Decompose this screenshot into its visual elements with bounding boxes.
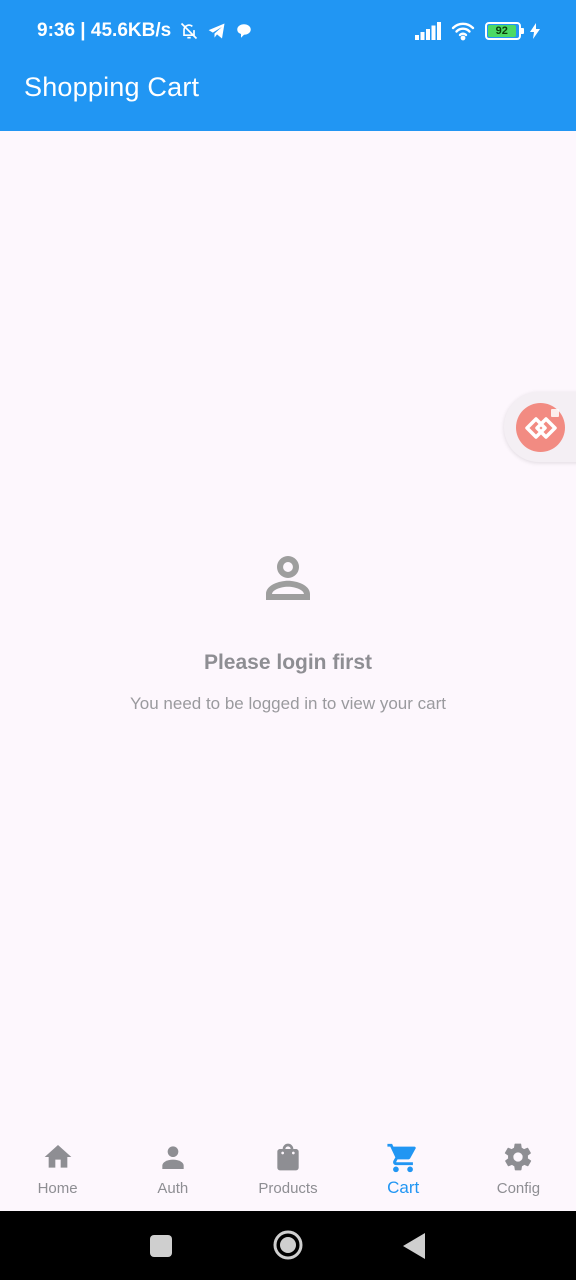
nav-label-cart: Cart [387, 1178, 420, 1197]
screen: 9:36 | 45.6KB/s 92 Shopping Cart Please … [0, 0, 576, 1280]
bottom-navigation: Home Auth Products Cart Config [0, 1131, 576, 1211]
charging-bolt-icon [530, 23, 540, 39]
chat-bubble-icon [237, 24, 251, 38]
empty-state-subtitle: You need to be logged in to view your ca… [130, 694, 446, 713]
nav-item-config[interactable]: Config [461, 1131, 576, 1211]
floating-assistant-bubble[interactable] [504, 392, 576, 462]
nav-label-home: Home [37, 1180, 78, 1197]
top-bar: 9:36 | 45.6KB/s 92 Shopping Cart [0, 0, 576, 131]
nav-item-cart[interactable]: Cart [346, 1131, 461, 1211]
home-button[interactable] [272, 1229, 304, 1261]
empty-state-title: Please login first [203, 651, 373, 674]
status-bar: 9:36 | 45.6KB/s 92 [0, 0, 576, 64]
battery-icon: 92 [485, 22, 524, 40]
assistant-icon[interactable] [516, 403, 565, 452]
telegram-icon [208, 23, 225, 39]
status-right: 92 [415, 21, 540, 41]
person-icon [266, 556, 310, 600]
page-title: Shopping Cart [24, 72, 200, 102]
nav-label-products: Products [258, 1180, 318, 1197]
cart-icon [387, 1143, 416, 1173]
nav-item-home[interactable]: Home [0, 1131, 115, 1211]
mute-bell-icon [181, 22, 198, 40]
nav-item-auth[interactable]: Auth [115, 1131, 230, 1211]
wifi-icon [451, 22, 475, 41]
back-button[interactable] [403, 1233, 425, 1259]
nav-label-config: Config [496, 1180, 541, 1197]
system-navigation-bar [0, 1211, 576, 1280]
battery-level: 92 [488, 25, 516, 37]
nav-label-auth: Auth [157, 1180, 189, 1197]
status-left: 9:36 | 45.6KB/s [37, 20, 253, 42]
shopping-bag-icon [277, 1143, 299, 1171]
gear-icon [505, 1143, 532, 1171]
empty-state: Please login first You need to be logged… [0, 545, 576, 714]
recents-button[interactable] [150, 1235, 172, 1257]
signal-icon [415, 22, 441, 40]
person-icon [162, 1146, 184, 1169]
home-icon [44, 1145, 71, 1168]
status-time-speed: 9:36 | 45.6KB/s [37, 20, 172, 41]
nav-item-products[interactable]: Products [230, 1131, 345, 1211]
